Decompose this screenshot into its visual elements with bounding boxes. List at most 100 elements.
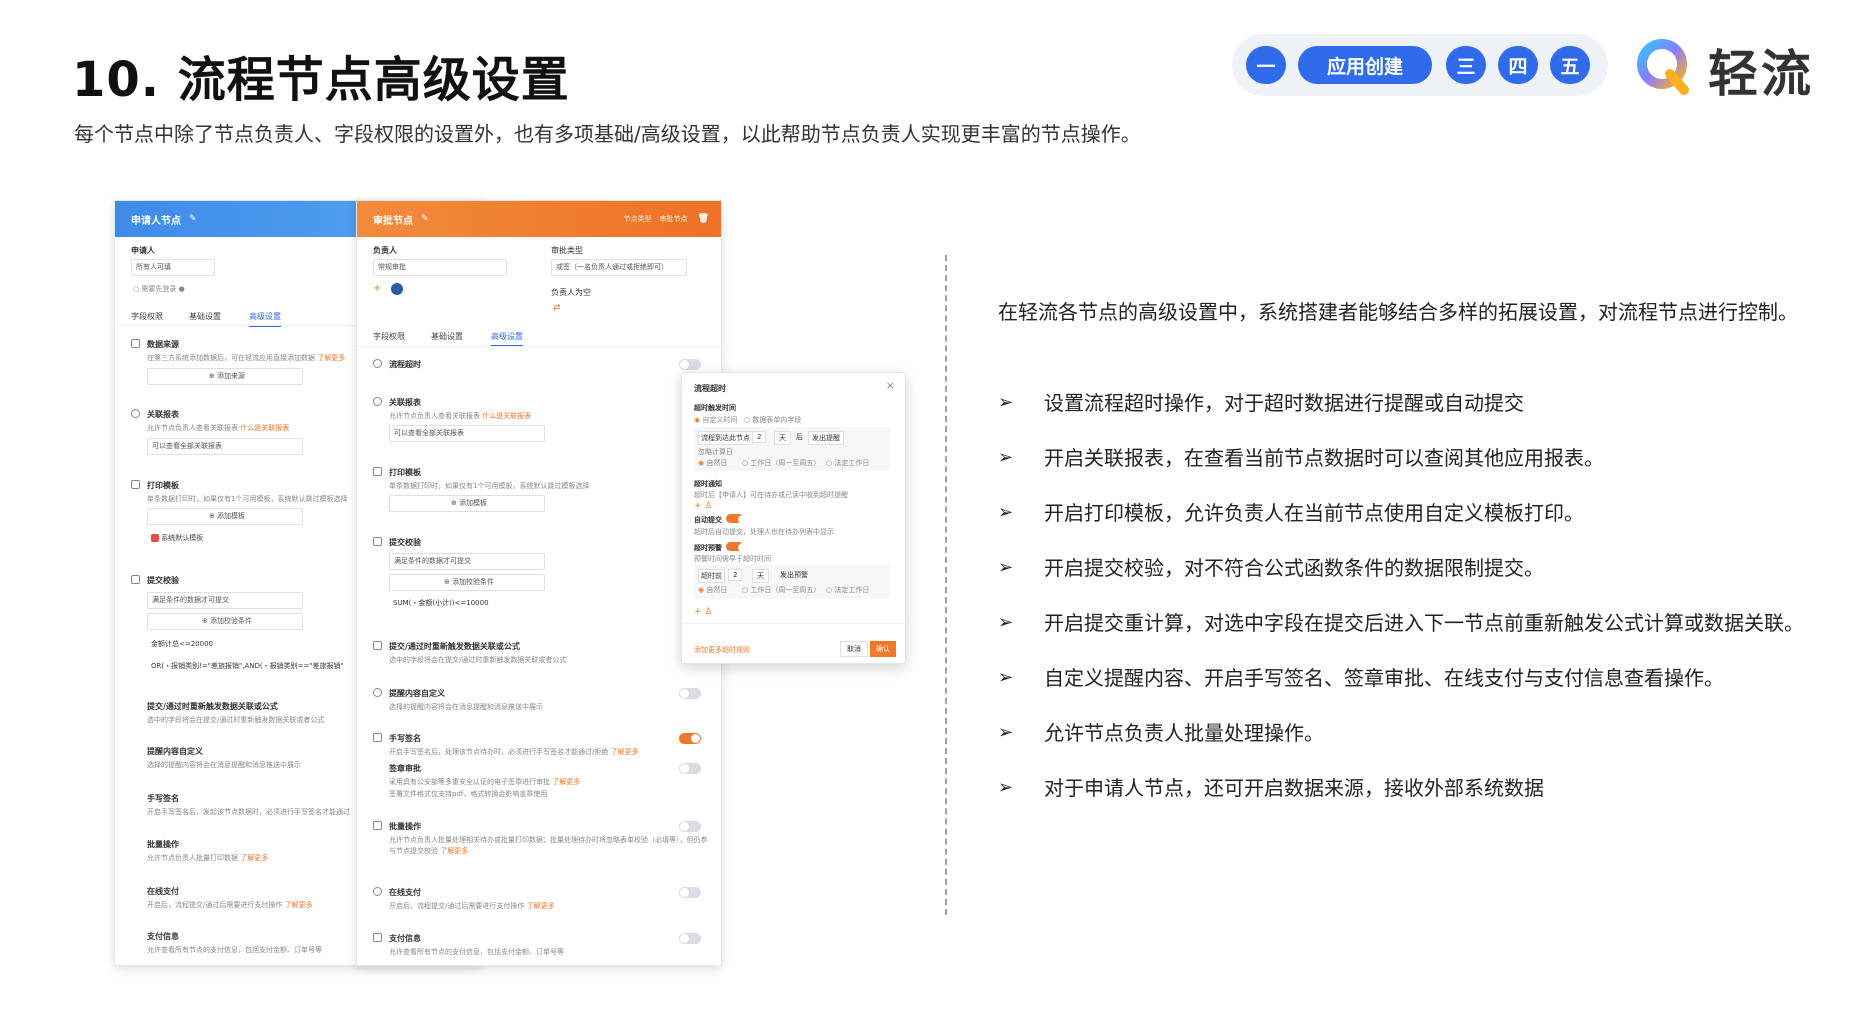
close-icon[interactable]: × (886, 379, 895, 392)
section-desc: 允许查看所有节点的支付信息，包括支付金额、订单号等 (389, 948, 564, 956)
warn-amount-input[interactable]: 2 (728, 569, 743, 581)
tab-basic-settings[interactable]: 基础设置 (431, 331, 463, 342)
report-scope-select[interactable]: 可以查看全部关联报表 (147, 438, 303, 455)
add-warn-icon[interactable]: + ♙ (694, 607, 712, 617)
login-required-checkbox[interactable]: ○ 需要先登录 ● (133, 284, 185, 294)
section-title: 在线支付 (147, 887, 179, 896)
applicant-label: 申请人 (131, 246, 155, 255)
approval-node-panel: 审批节点 ✎ 节点类型 审批节点 🗑 负责人 常规审批 + 审批类型 或签（一名… (356, 200, 722, 966)
applicant-node-title: 申请人节点 (131, 215, 181, 227)
tab-basic-settings[interactable]: 基础设置 (189, 311, 221, 322)
section-desc: 开启后，流程提交/通过后需要进行支付操作 (147, 901, 283, 909)
trigger-start-select[interactable]: 流程到达此节点 (698, 431, 753, 445)
validation-rule[interactable]: SUM(・金额(小计))<=10000 (393, 598, 489, 608)
validation-rule-1[interactable]: 金额计总<=20000 (151, 639, 213, 649)
warn-toggle[interactable] (726, 542, 747, 552)
what-is-report-link[interactable]: 什么是关联报表 (240, 424, 289, 432)
logo-text: 轻流 (1708, 45, 1814, 103)
learn-more-link[interactable]: 了解更多 (552, 778, 580, 786)
applicant-select[interactable]: 所有人可填 (131, 259, 215, 276)
add-validation-button[interactable]: ⊕ 添加校验条件 (389, 574, 545, 591)
list-item: ➢ 开启关联报表，在查看当前节点数据时可以查阅其他应用报表。 (998, 439, 1818, 477)
pen-icon (373, 733, 382, 742)
tab-field-permission[interactable]: 字段权限 (131, 311, 163, 322)
add-template-button[interactable]: ⊕ 添加模板 (147, 508, 303, 525)
report-link-icon (373, 397, 382, 406)
default-template-item[interactable]: 系统默认模板 (151, 533, 203, 543)
skip-days-label: 忽略计算日 (698, 448, 733, 456)
section-desc: 允许节点负责人批量打印数据 (147, 854, 238, 862)
cancel-button[interactable]: 取消 (840, 641, 868, 657)
add-template-button[interactable]: ⊕ 添加模板 (389, 495, 545, 512)
warn-skip-workday-radio[interactable]: ○ 工作日（周一至周五） (742, 585, 820, 595)
section-desc: 选择的提醒内容将会在消息提醒和消息推送中展示 (147, 761, 301, 769)
report-scope-select[interactable]: 可以查看全部关联报表 (389, 425, 545, 442)
trigger-action-select[interactable]: 发出提醒 (808, 431, 844, 445)
warn-unit-select[interactable]: 天 (752, 569, 769, 583)
delete-icon[interactable]: 🗑 (698, 214, 709, 224)
auto-submit-toggle[interactable] (726, 514, 747, 524)
payment-info-toggle[interactable] (679, 933, 701, 944)
learn-more-link[interactable]: 了解更多 (240, 854, 268, 862)
warn-skip-legal-radio[interactable]: ○ 法定工作日 (826, 585, 869, 595)
warn-before-select[interactable]: 超时前 (698, 569, 725, 583)
learn-more-link[interactable]: 了解更多 (611, 748, 639, 756)
learn-more-link[interactable]: 了解更多 (317, 354, 345, 362)
add-owner-icon[interactable]: + (373, 283, 381, 294)
list-item-text: 自定义提醒内容、开启手写签名、签章审批、在线支付与支付信息查看操作。 (1044, 666, 1724, 690)
seal-toggle[interactable] (679, 763, 701, 774)
trigger-custom-radio[interactable]: ◉ 自定义时间 (694, 415, 737, 425)
trigger-amount-input[interactable]: 2 (752, 431, 767, 443)
approve-type-select[interactable]: 或签（一名负责人通过或拒绝即可） (551, 259, 687, 276)
node-type-select[interactable]: 审批节点 (660, 214, 688, 224)
payment-toggle[interactable] (679, 887, 701, 898)
signature-toggle[interactable] (679, 733, 701, 744)
skip-legal-radio[interactable]: ○ 法定工作日 (826, 458, 869, 468)
batch-toggle[interactable] (679, 821, 701, 832)
add-notify-icon[interactable]: + ♙ (694, 501, 712, 511)
step-4-button[interactable]: 四 (1498, 46, 1538, 84)
report-link-icon (131, 409, 140, 418)
arrow-icon: ➢ (998, 667, 1014, 688)
warn-skip-natural-radio[interactable]: ◉ 自然日 (698, 585, 727, 595)
add-timeout-rule-link[interactable]: 添加更多超时规则 (694, 645, 750, 655)
trigger-rule-box: 流程到达此节点 2 天 后 发出提醒 忽略计算日 ◉ 自然日 ○ 工作日（周一至… (694, 427, 890, 471)
step-3-button[interactable]: 三 (1446, 46, 1486, 84)
list-item-text: 开启打印模板，允许负责人在当前节点使用自定义模板打印。 (1044, 501, 1584, 525)
add-template-label: 添加模板 (217, 512, 246, 520)
trigger-unit-select[interactable]: 天 (774, 431, 791, 445)
validation-condition-select[interactable]: 满足条件的数据才可提交 (147, 592, 303, 609)
section-title: 关联报表 (389, 398, 421, 407)
skip-workday-radio[interactable]: ○ 工作日（周一至周五） (742, 458, 820, 468)
tab-field-permission[interactable]: 字段权限 (373, 331, 405, 342)
avatar[interactable] (391, 283, 403, 295)
step-5-button[interactable]: 五 (1550, 46, 1590, 84)
tab-advanced-settings[interactable]: 高级设置 (491, 331, 523, 347)
validation-condition-select[interactable]: 满足条件的数据才可提交 (389, 553, 545, 570)
learn-more-link[interactable]: 了解更多 (285, 901, 313, 909)
step-2-button[interactable]: 应用创建 (1298, 46, 1432, 84)
trigger-field-radio[interactable]: ○ 数据表单内字段 (744, 415, 801, 425)
default-template-label: 系统默认模板 (161, 534, 204, 542)
section-title: 支付信息 (147, 932, 179, 941)
what-is-report-link[interactable]: 什么是关联报表 (482, 412, 531, 420)
add-validation-button[interactable]: ⊕ 添加校验条件 (147, 613, 303, 630)
section-title: 批量操作 (147, 840, 179, 849)
section-desc: 选中的字段将会在提交/通过时重新触发数据关联或者公式 (147, 716, 325, 724)
modal-footer-divider (682, 623, 907, 624)
edit-icon[interactable]: ✎ (189, 214, 197, 224)
arrow-icon: ➢ (998, 777, 1014, 798)
step-1-button[interactable]: 一 (1246, 46, 1286, 84)
clock-icon (373, 359, 382, 368)
swap-icon[interactable]: ⇄ (553, 303, 561, 313)
timeout-toggle[interactable] (679, 359, 701, 370)
owner-select[interactable]: 常规审批 (373, 259, 507, 276)
learn-more-link[interactable]: 了解更多 (440, 847, 468, 855)
confirm-button[interactable]: 确认 (870, 641, 896, 657)
add-source-button[interactable]: ⊕ 添加来源 (147, 368, 303, 385)
edit-icon[interactable]: ✎ (421, 214, 429, 224)
reminder-toggle[interactable] (679, 688, 701, 699)
skip-natural-radio[interactable]: ◉ 自然日 (698, 458, 727, 468)
add-validation-label: 添加校验条件 (210, 617, 253, 625)
learn-more-link[interactable]: 了解更多 (527, 902, 555, 910)
